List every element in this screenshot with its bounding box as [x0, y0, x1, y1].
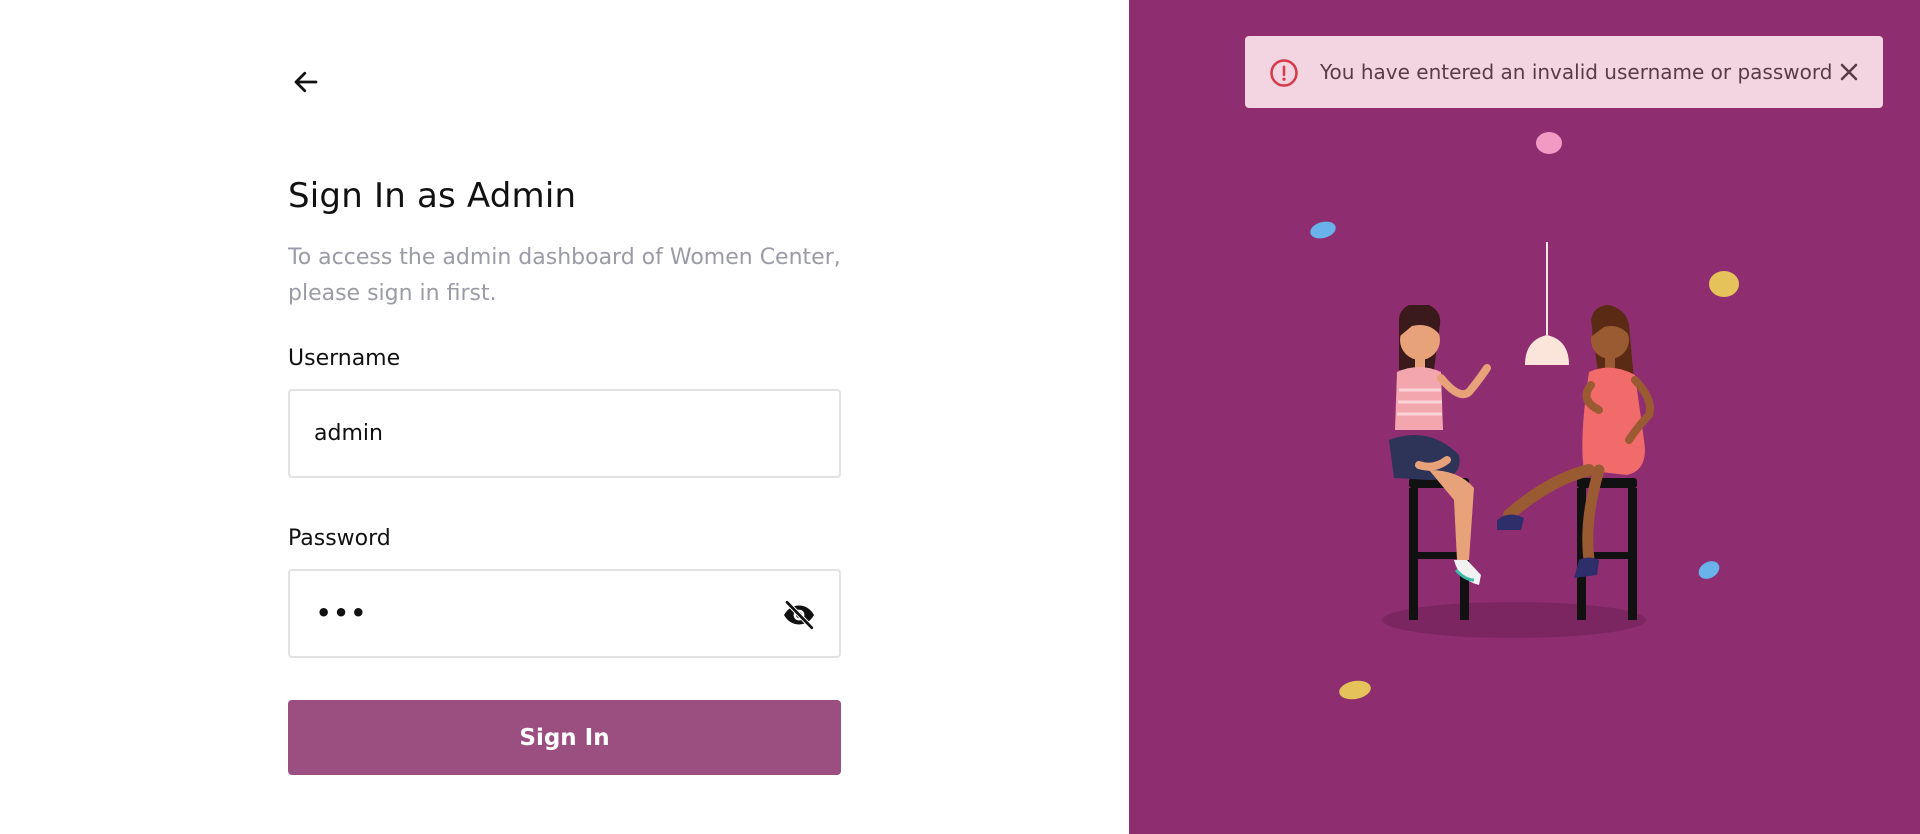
password-field[interactable]: •••	[288, 569, 841, 658]
page-title: Sign In as Admin	[288, 176, 577, 216]
confetti-shape	[1698, 561, 1720, 579]
left-woman	[1389, 305, 1491, 585]
arrow-left-icon	[294, 71, 318, 93]
close-icon	[1840, 63, 1858, 81]
error-message: You have entered an invalid username or …	[1320, 60, 1833, 84]
illustration-panel: You have entered an invalid username or …	[1129, 0, 1920, 834]
exclamation-circle-icon	[1270, 59, 1298, 87]
username-field[interactable]	[288, 389, 841, 478]
error-toast: You have entered an invalid username or …	[1245, 36, 1883, 108]
page-subtitle: To access the admin dashboard of Women C…	[288, 245, 841, 306]
back-button[interactable]	[288, 64, 324, 100]
confetti-shape	[1339, 680, 1371, 700]
confetti-shape	[1310, 221, 1336, 239]
lamp	[1525, 335, 1569, 365]
right-woman	[1497, 305, 1654, 578]
username-input[interactable]	[314, 391, 784, 476]
women-chatting-illustration	[1310, 132, 1739, 700]
password-input[interactable]: •••	[316, 601, 368, 625]
confetti-shape	[1709, 271, 1739, 297]
sign-in-button[interactable]: Sign In	[288, 700, 841, 775]
close-toast-button[interactable]	[1835, 58, 1863, 86]
eye-off-icon	[784, 599, 815, 631]
username-label: Username	[288, 346, 401, 371]
login-panel: Sign In as Admin To access the admin das…	[0, 0, 1129, 834]
confetti-shape	[1536, 132, 1562, 154]
password-label: Password	[288, 526, 391, 551]
toggle-password-visibility-button[interactable]	[781, 597, 817, 633]
